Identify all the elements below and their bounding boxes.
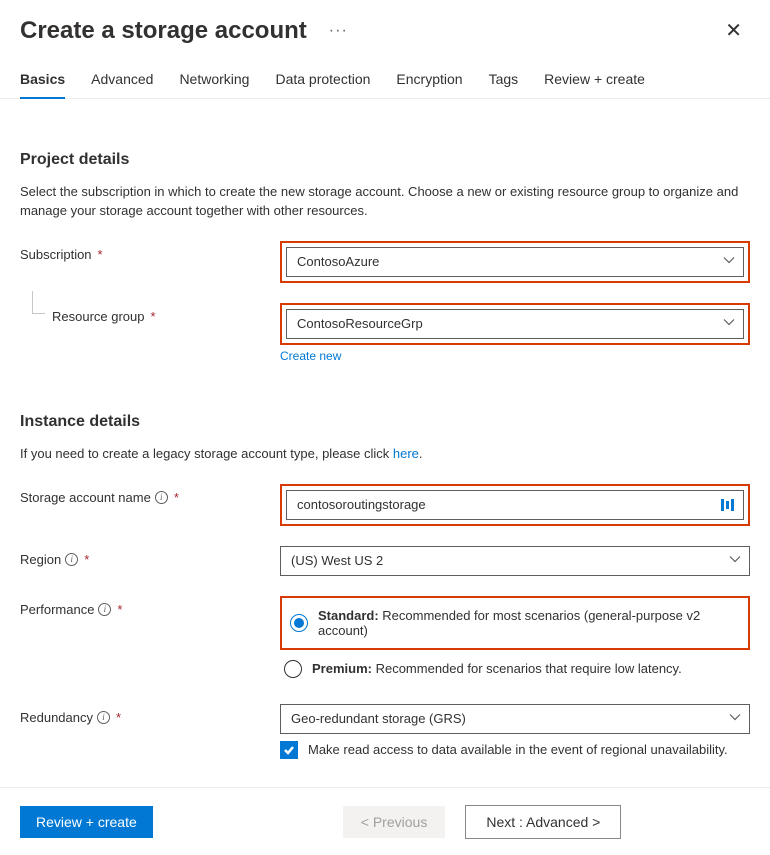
tab-tags[interactable]: Tags (489, 71, 519, 98)
storage-name-field[interactable] (297, 497, 715, 512)
previous-button: < Previous (343, 806, 446, 838)
chevron-down-icon (723, 316, 735, 331)
chevron-down-icon (729, 553, 741, 568)
redundancy-select[interactable]: Geo-redundant storage (GRS) (280, 704, 750, 734)
redundancy-label: Redundancy i * (20, 704, 280, 725)
chevron-down-icon (729, 711, 741, 726)
performance-label: Performance i * (20, 596, 280, 617)
info-icon[interactable]: i (98, 603, 111, 616)
next-button[interactable]: Next : Advanced > (465, 805, 621, 839)
create-new-resource-group-link[interactable]: Create new (280, 349, 750, 363)
review-create-button[interactable]: Review + create (20, 806, 153, 838)
resource-group-select[interactable]: ContosoResourceGrp (286, 309, 744, 339)
resource-group-label: Resource group* (20, 303, 280, 324)
more-icon[interactable]: ··· (329, 22, 348, 40)
info-icon[interactable]: i (97, 711, 110, 724)
tab-networking[interactable]: Networking (179, 71, 249, 98)
footer: Review + create < Previous Next : Advanc… (0, 787, 770, 855)
tab-advanced[interactable]: Advanced (91, 71, 153, 98)
storage-name-label: Storage account name i * (20, 484, 280, 505)
tab-basics[interactable]: Basics (20, 71, 65, 99)
page-title: Create a storage account (20, 17, 307, 45)
radio-selected-icon (290, 614, 308, 632)
subscription-label: Subscription* (20, 241, 280, 262)
legacy-here-link[interactable]: here (393, 446, 419, 461)
tab-review-create[interactable]: Review + create (544, 71, 645, 98)
section-instance-desc: If you need to create a legacy storage a… (20, 445, 750, 464)
read-access-checkbox[interactable]: Make read access to data available in th… (280, 734, 750, 766)
info-icon[interactable]: i (155, 491, 168, 504)
performance-premium-radio[interactable]: Premium: Recommended for scenarios that … (280, 654, 750, 684)
section-project-desc: Select the subscription in which to crea… (20, 183, 750, 221)
tabs: Basics Advanced Networking Data protecti… (0, 53, 770, 99)
storage-name-input[interactable] (286, 490, 744, 520)
region-select[interactable]: (US) West US 2 (280, 546, 750, 576)
section-project-heading: Project details (20, 151, 750, 169)
chevron-down-icon (723, 254, 735, 269)
region-label: Region i * (20, 546, 280, 567)
tab-encryption[interactable]: Encryption (396, 71, 462, 98)
section-instance-heading: Instance details (20, 413, 750, 431)
performance-standard-radio[interactable]: Standard: Recommended for most scenarios… (286, 602, 744, 644)
storage-icon (721, 497, 737, 513)
info-icon[interactable]: i (65, 553, 78, 566)
subscription-select[interactable]: ContosoAzure (286, 247, 744, 277)
form-scroll[interactable]: Project details Select the subscription … (0, 115, 770, 787)
radio-unselected-icon (284, 660, 302, 678)
checkbox-checked-icon (280, 741, 298, 759)
close-icon[interactable]: ✕ (717, 14, 750, 47)
tab-data-protection[interactable]: Data protection (275, 71, 370, 98)
